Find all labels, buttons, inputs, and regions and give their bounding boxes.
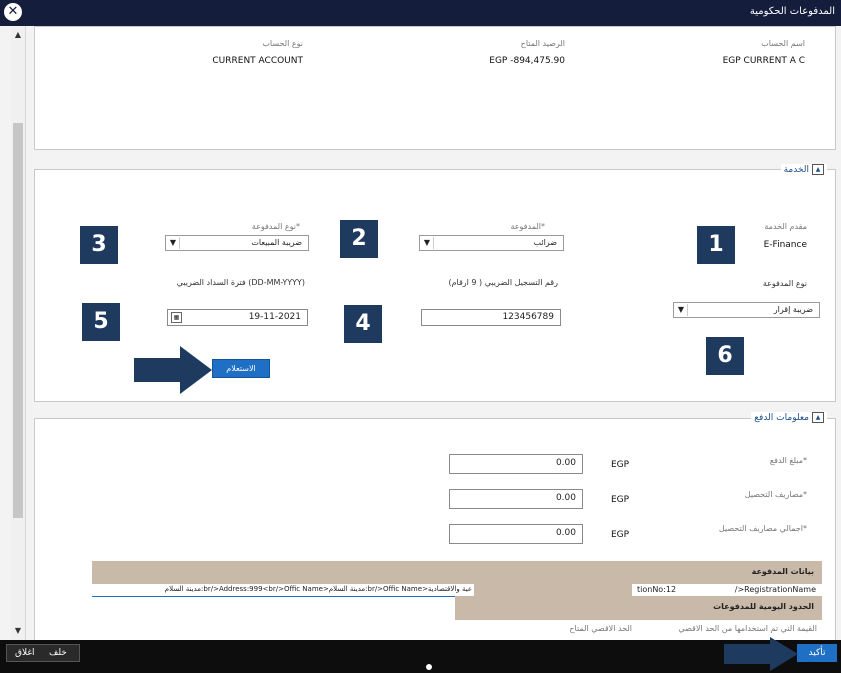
total-fees-input[interactable]: 0.00 [449,524,583,544]
provider-value: E-Finance [763,240,807,250]
tax-period-label: فترة السداد الضريبي (DD-MM-YYYY) [176,278,305,287]
scrollbar-thumb[interactable] [13,123,23,518]
annotation-6: 6 [706,337,744,375]
tax-reg-value: 123456789 [502,312,554,322]
chevron-down-icon: ▼ [167,237,180,249]
annotation-2: 2 [340,220,378,258]
payment-type-label: نوع المدفوعة [762,279,807,288]
service-legend[interactable]: الخدمة ▲ [780,164,827,175]
fees-currency: EGP [611,495,630,505]
account-type-value: CURRENT ACCOUNT [212,56,303,66]
tax-reg-label: رقم التسجيل الضريبي ( 9 ارقام) [448,278,558,287]
details-line-left: عية والاقتصادية<br/>Offic Name:مدينة الس… [164,585,472,593]
total-fees-label: اجمالي مصاريف التحصيل* [718,524,807,533]
details-line-right: />RegistrationName [734,585,816,594]
payment-type-value: ضريبة إقرار [773,305,813,314]
remaining-limit-label: الحد الاقصي المتاح [569,624,632,633]
details-line-mid: tionNo:12 [637,585,677,594]
account-type-label: نوع الحساب [262,39,303,48]
provider-label: مقدم الخدمة [764,222,807,231]
close-button[interactable]: اغلاق [15,648,35,658]
service-legend-label: الخدمة [783,165,809,175]
payment-type-select[interactable]: ▼ ضريبة إقرار [673,302,820,318]
used-limit-label: القيمة التي تم استخدامها من الحد الاقصي [678,624,817,633]
details-line-highlight [474,584,632,596]
amount-input[interactable]: 0.00 [449,454,583,474]
daily-limits-title: الحدود اليومية للمدفوعات [713,602,814,611]
daily-limits-header: الحدود اليومية للمدفوعات [455,596,822,620]
payment-select[interactable]: ▼ ضرائب [419,235,564,251]
scroll-down-icon[interactable]: ▼ [12,626,24,636]
account-panel: اسم الحساب EGP CURRENT A C الرصيد المتاح… [34,26,836,150]
amount-label: مبلغ الدفع* [769,456,807,465]
payment-details-header: بيانات المدفوعة [92,561,822,584]
confirm-button[interactable]: تأكيد [797,644,837,662]
total-fees-value: 0.00 [555,528,576,538]
annotation-1: 1 [697,226,735,264]
scroll-up-icon[interactable]: ▲ [12,30,24,40]
tax-period-value: 19-11-2021 [248,312,301,322]
back-close-group: اغلاق خلف [6,644,80,662]
calendar-icon[interactable]: ▦ [171,312,182,323]
fees-label: مصاريف التحصيل* [744,490,807,499]
resize-handle[interactable] [426,664,432,670]
payment-kind-label: نوع المدفوعة* [251,222,300,231]
payment-value: ضرائب [533,238,557,247]
vertical-scrollbar[interactable]: ▲ ▼ [11,26,26,640]
payment-details-title: بيانات المدفوعة [751,567,814,576]
chevron-down-icon: ▼ [421,237,434,249]
payment-kind-select[interactable]: ▼ ضريبة المبيعات [165,235,309,251]
annotation-3: 3 [80,226,118,264]
arrow-right-icon [724,637,798,671]
collapse-icon[interactable]: ▲ [812,164,824,175]
close-icon[interactable]: ✕ [4,3,22,21]
back-button[interactable]: خلف [49,648,67,658]
bottom-bar: اغلاق خلف تأكيد [0,640,841,673]
tax-period-input[interactable]: ▦ 19-11-2021 [167,309,308,326]
balance-value: EGP -894,475.90 [489,56,565,66]
chevron-down-icon: ▼ [675,304,688,316]
window-title: المدفوعات الحكومية [749,6,835,17]
fees-value: 0.00 [555,493,576,503]
balance-label: الرصيد المتاح [520,39,565,48]
tax-reg-input[interactable]: 123456789 [421,309,561,326]
payment-kind-value: ضريبة المبيعات [251,238,302,247]
fees-input[interactable]: 0.00 [449,489,583,509]
amount-value: 0.00 [555,458,576,468]
account-name-value: EGP CURRENT A C [722,56,805,66]
payment-info-legend-label: معلومات الدفع [754,413,809,423]
title-bar: ✕ المدفوعات الحكومية [0,0,841,26]
annotation-5: 5 [82,303,120,341]
annotation-4: 4 [344,305,382,343]
payment-label: المدفوعة* [510,222,545,231]
total-fees-currency: EGP [611,530,630,540]
account-name-label: اسم الحساب [761,39,805,48]
arrow-right-icon [134,346,212,394]
inquiry-button[interactable]: الاستعلام [212,359,270,378]
payment-info-legend[interactable]: معلومات الدفع ▲ [751,412,827,423]
collapse-icon[interactable]: ▲ [812,412,824,423]
amount-currency: EGP [611,460,630,470]
